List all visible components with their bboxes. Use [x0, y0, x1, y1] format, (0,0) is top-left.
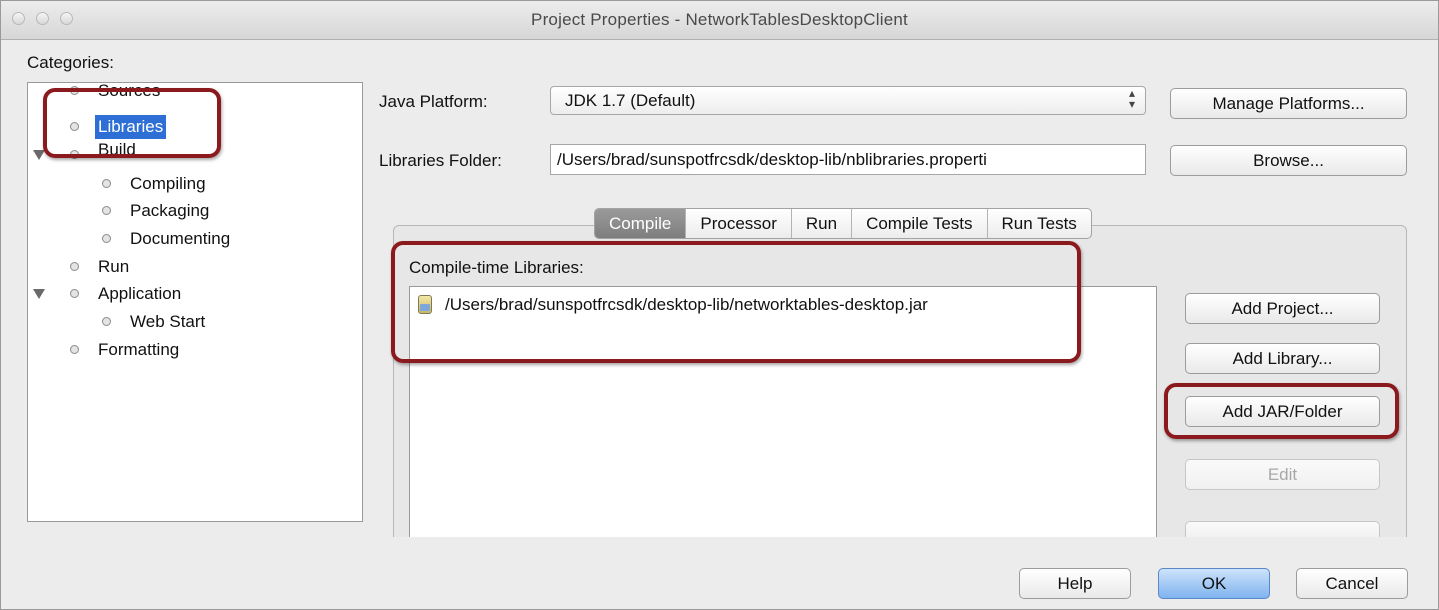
project-properties-dialog: Project Properties - NetworkTablesDeskto… [0, 0, 1439, 610]
node-bullet-icon [70, 345, 79, 354]
tree-item-packaging[interactable]: Packaging [28, 198, 358, 224]
tab-run[interactable]: Run [792, 209, 853, 238]
add-library-button[interactable]: Add Library... [1185, 343, 1380, 374]
add-jar-folder-button[interactable]: Add JAR/Folder [1185, 396, 1380, 427]
categories-tree[interactable]: Sources Libraries Build Compiling Packag… [27, 82, 363, 522]
tree-item-libraries[interactable]: Libraries [28, 114, 358, 140]
help-button[interactable]: Help [1019, 568, 1131, 599]
tree-item-formatting[interactable]: Formatting [28, 337, 358, 363]
title-bar: Project Properties - NetworkTablesDeskto… [1, 1, 1438, 40]
categories-label: Categories: [27, 53, 114, 72]
tab-bar: Compile Processor Run Compile Tests Run … [594, 208, 1092, 239]
libraries-folder-label: Libraries Folder: [379, 151, 502, 170]
tree-item-application[interactable]: Application [28, 281, 358, 307]
node-bullet-icon [102, 206, 111, 215]
cancel-button[interactable]: Cancel [1296, 568, 1408, 599]
java-platform-select[interactable]: JDK 1.7 (Default) ▴ ▾ [550, 86, 1146, 115]
node-bullet-icon [70, 262, 79, 271]
ok-button[interactable]: OK [1158, 568, 1270, 599]
compile-time-libraries-label: Compile-time Libraries: [409, 258, 584, 277]
library-path: /Users/brad/sunspotfrcsdk/desktop-lib/ne… [445, 295, 928, 314]
tree-item-build[interactable]: Build [28, 140, 358, 168]
edit-button[interactable]: Edit [1185, 459, 1380, 490]
expand-arrow-icon[interactable] [33, 289, 45, 299]
node-bullet-icon [102, 234, 111, 243]
tab-compile-tests[interactable]: Compile Tests [852, 209, 988, 238]
jar-icon [418, 295, 432, 314]
java-platform-label: Java Platform: [379, 92, 488, 111]
node-bullet-icon [102, 179, 111, 188]
tree-item-documenting[interactable]: Documenting [28, 226, 358, 252]
add-project-button[interactable]: Add Project... [1185, 293, 1380, 324]
browse-button[interactable]: Browse... [1170, 145, 1407, 176]
window-title: Project Properties - NetworkTablesDeskto… [531, 10, 908, 29]
tree-item-web-start[interactable]: Web Start [28, 309, 358, 335]
node-bullet-icon [70, 150, 79, 159]
node-bullet-icon [70, 122, 79, 131]
tree-item-run[interactable]: Run [28, 254, 358, 280]
tab-processor[interactable]: Processor [686, 209, 792, 238]
java-platform-value: JDK 1.7 (Default) [565, 91, 696, 110]
tab-run-tests[interactable]: Run Tests [988, 209, 1091, 238]
libraries-folder-field[interactable]: /Users/brad/sunspotfrcsdk/desktop-lib/nb… [550, 144, 1146, 175]
tab-compile[interactable]: Compile [595, 209, 687, 238]
manage-platforms-button[interactable]: Manage Platforms... [1170, 88, 1407, 119]
combo-arrows-icon: ▴ ▾ [1128, 86, 1135, 111]
node-bullet-icon [102, 317, 111, 326]
tree-item-compiling[interactable]: Compiling [28, 171, 358, 197]
node-bullet-icon [70, 86, 79, 95]
node-bullet-icon [70, 289, 79, 298]
tree-item-sources[interactable]: Sources [28, 83, 358, 109]
expand-arrow-icon[interactable] [33, 150, 45, 160]
